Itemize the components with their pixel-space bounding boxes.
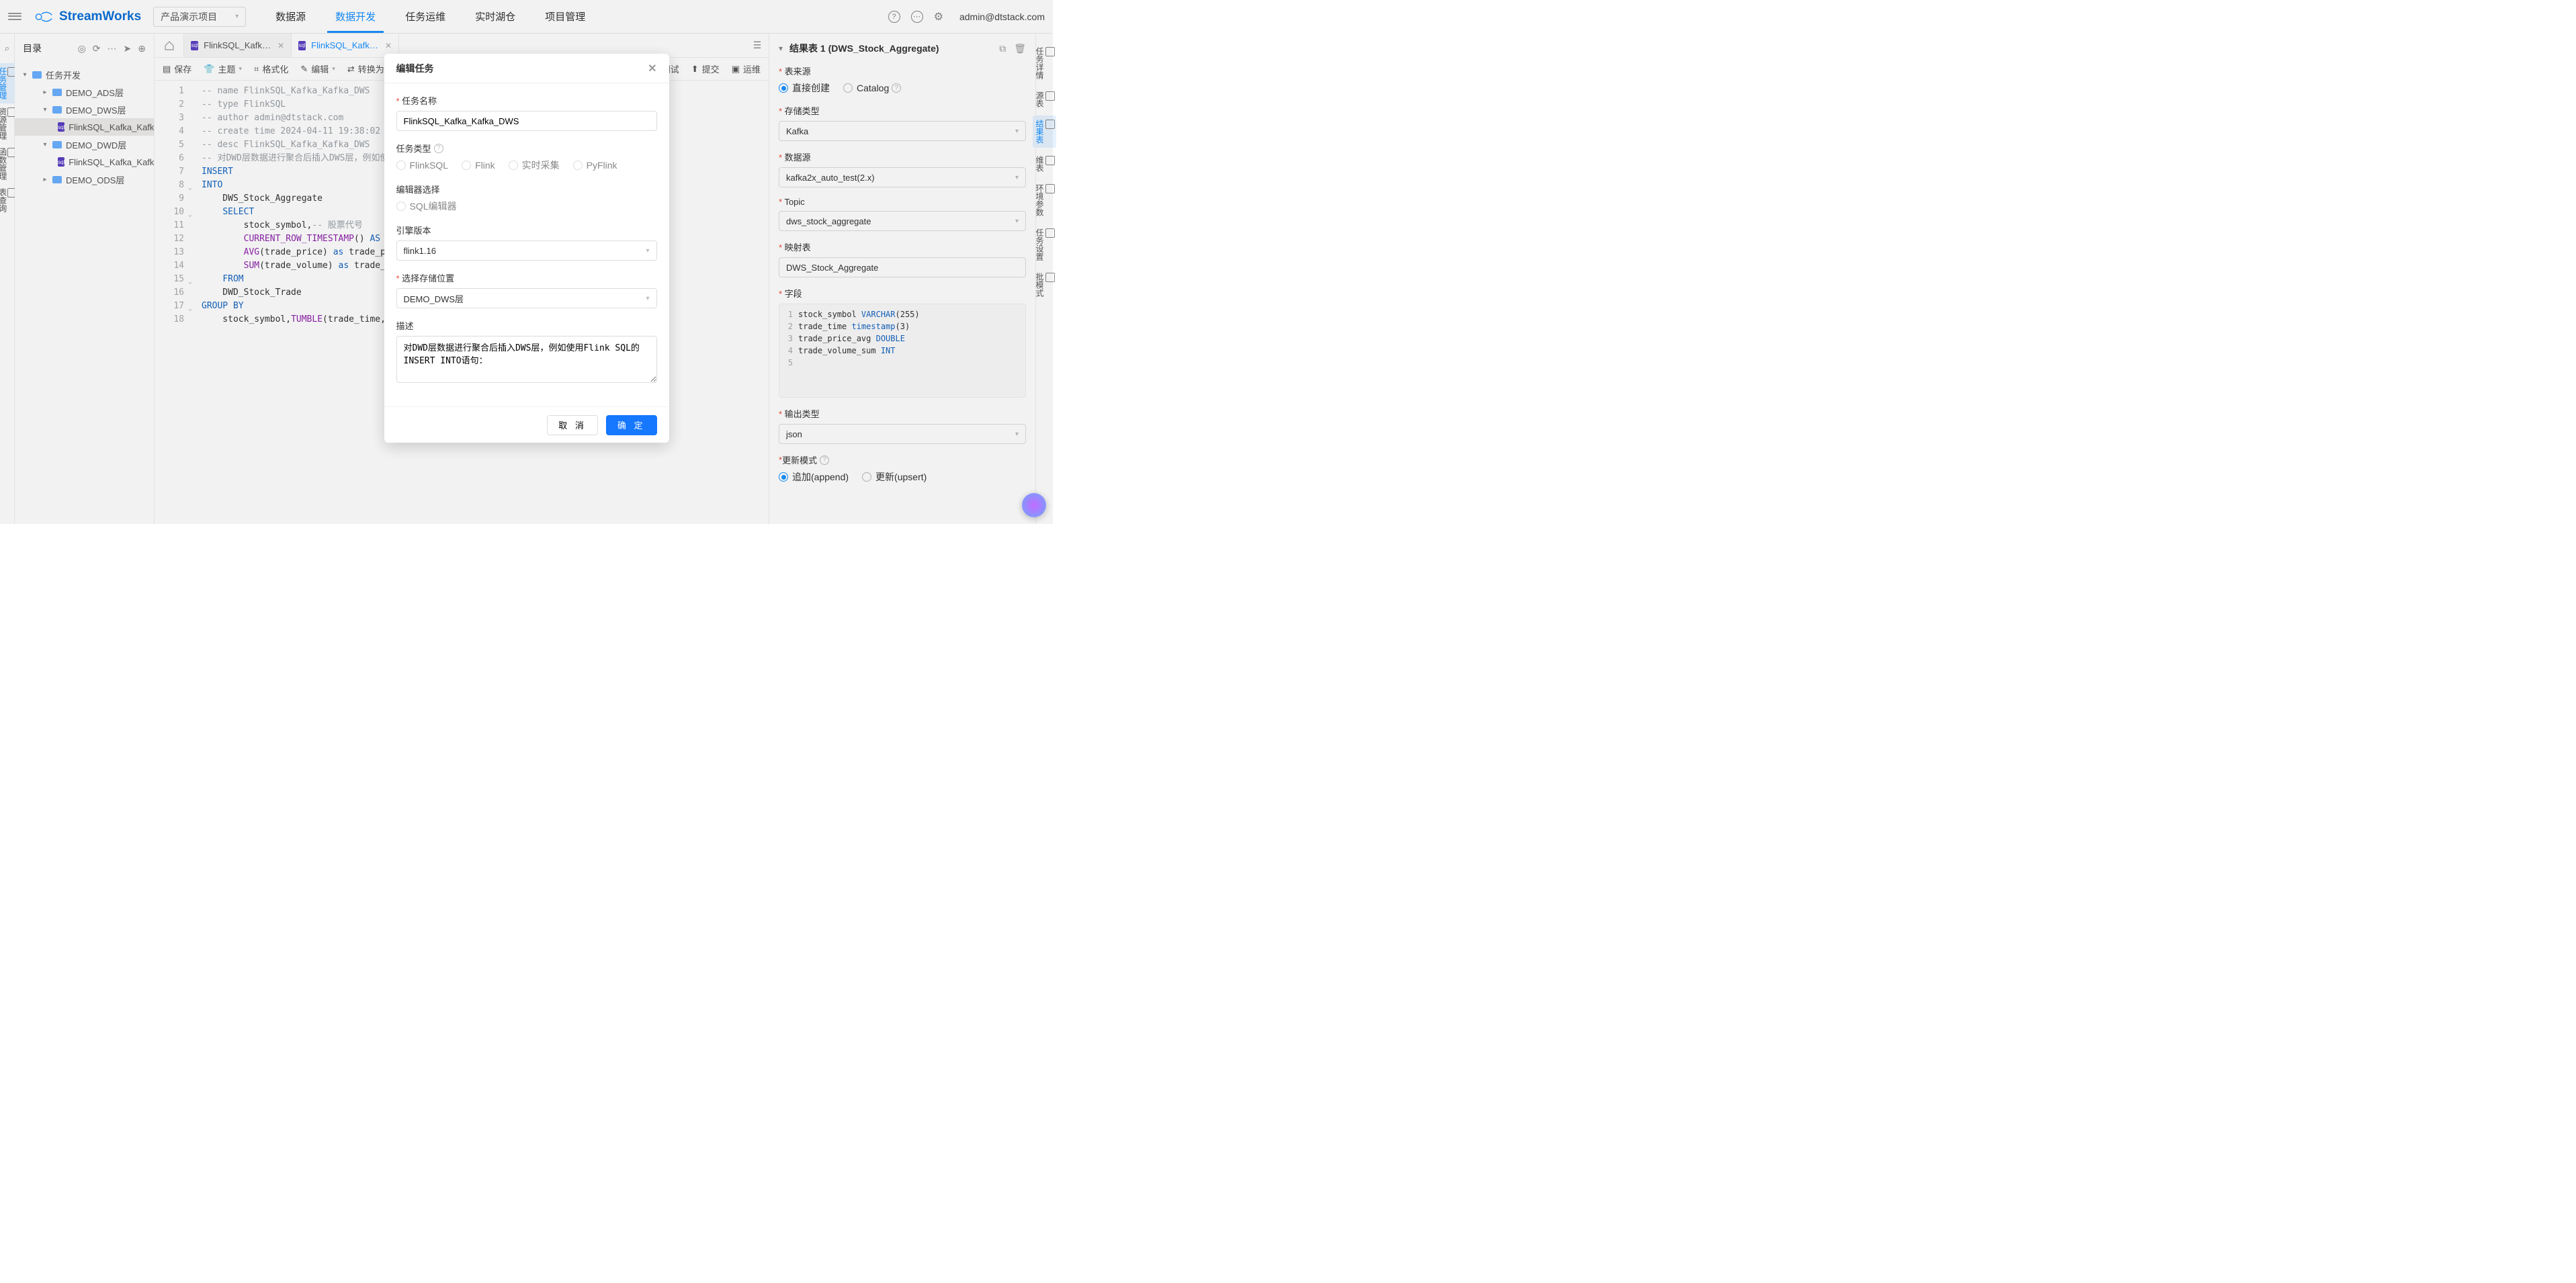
chevron-down-icon: ▾	[646, 295, 649, 302]
task-type-radio-group: FlinkSQL Flink 实时采集 PyFlink	[396, 159, 657, 172]
storage-location-label: 选择存储位置	[396, 271, 657, 284]
cancel-button[interactable]: 取 消	[547, 415, 598, 435]
help-icon[interactable]: ?	[434, 144, 443, 153]
assistant-fab-icon[interactable]	[1022, 493, 1046, 517]
chevron-down-icon: ▾	[646, 247, 649, 255]
task-name-input[interactable]	[396, 111, 657, 131]
storage-location-select[interactable]: DEMO_DWS层▾	[396, 288, 657, 308]
task-type-radio-0: FlinkSQL	[396, 160, 449, 171]
description-textarea[interactable]	[396, 336, 657, 383]
task-name-label: 任务名称	[396, 94, 657, 107]
engine-version-select[interactable]: flink1.16▾	[396, 240, 657, 261]
modal-footer: 取 消 确 定	[384, 406, 669, 443]
task-type-radio-2: 实时采集	[509, 159, 560, 172]
task-type-radio-1: Flink	[462, 160, 495, 171]
task-type-radio-3: PyFlink	[573, 160, 617, 171]
modal-title: 编辑任务	[396, 62, 434, 75]
edit-task-modal: 编辑任务 ✕ 任务名称 任务类型? FlinkSQL Flink 实时采集 PyFli…	[384, 54, 669, 443]
ok-button[interactable]: 确 定	[606, 415, 657, 435]
task-type-label: 任务类型?	[396, 142, 443, 154]
modal-header: 编辑任务 ✕	[384, 54, 669, 83]
modal-body: 任务名称 任务类型? FlinkSQL Flink 实时采集 PyFlink 编辑器选…	[384, 83, 669, 406]
editor-radio-group: SQL编辑器	[396, 200, 657, 213]
description-label: 描述	[396, 319, 657, 332]
sql-editor-radio: SQL编辑器	[396, 200, 457, 213]
engine-version-label: 引擎版本	[396, 224, 657, 236]
editor-select-label: 编辑器选择	[396, 183, 657, 195]
modal-mask: 编辑任务 ✕ 任务名称 任务类型? FlinkSQL Flink 实时采集 PyFli…	[0, 0, 1053, 524]
close-icon[interactable]: ✕	[648, 62, 656, 75]
